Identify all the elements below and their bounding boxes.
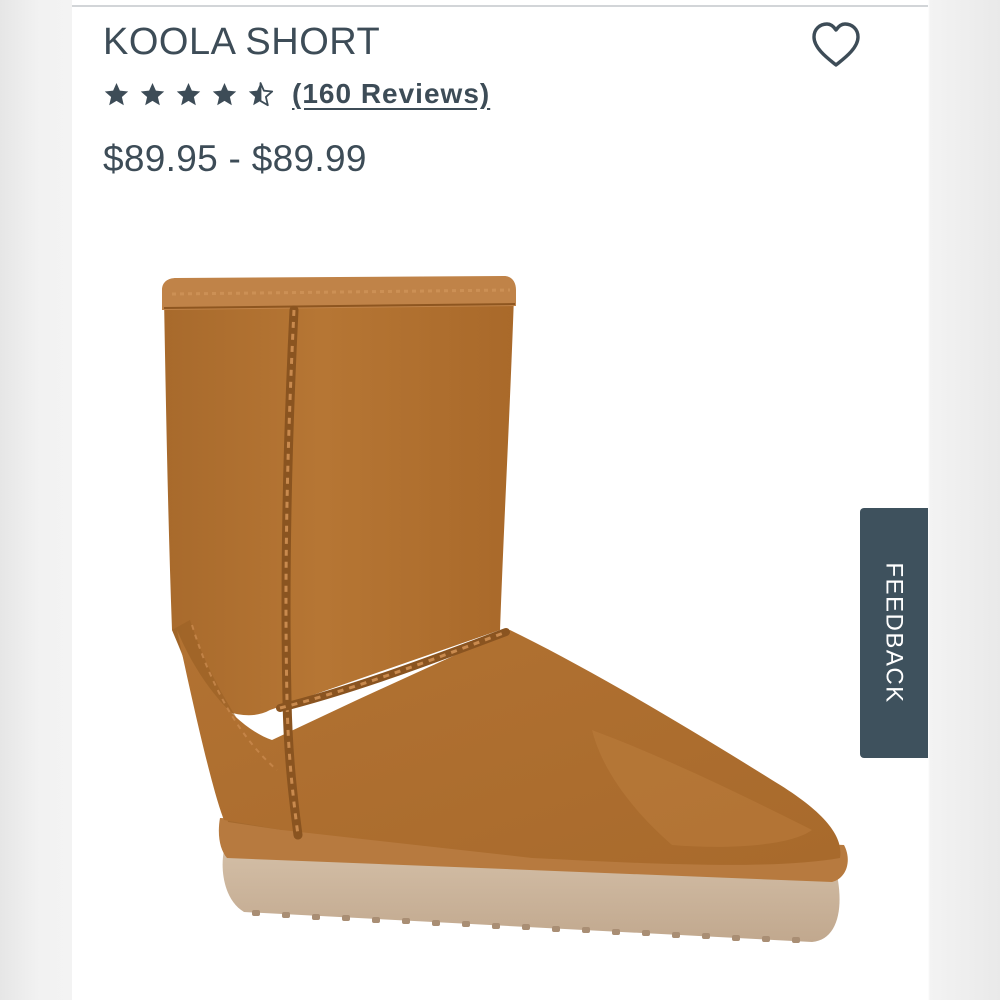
top-divider (72, 5, 928, 7)
star-icon (212, 82, 237, 105)
reviews-link[interactable]: (160 Reviews) (292, 78, 490, 110)
product-page: KOOLA SHORT (160 Reviews) $89.95 - $89.9… (72, 0, 928, 1000)
rating-row: (160 Reviews) (103, 76, 490, 112)
product-title: KOOLA SHORT (103, 21, 381, 63)
star-rating (103, 81, 274, 108)
price-range: $89.95 - $89.99 (103, 138, 367, 179)
product-image[interactable] (132, 270, 872, 990)
star-half-icon (248, 81, 274, 106)
heart-outline-icon (812, 22, 860, 67)
star-icon (104, 82, 129, 105)
feedback-label: FEEDBACK (881, 562, 908, 704)
star-icon (176, 82, 201, 105)
wishlist-button[interactable] (808, 20, 864, 72)
feedback-tab[interactable]: FEEDBACK (860, 508, 928, 758)
star-icon (140, 82, 165, 105)
